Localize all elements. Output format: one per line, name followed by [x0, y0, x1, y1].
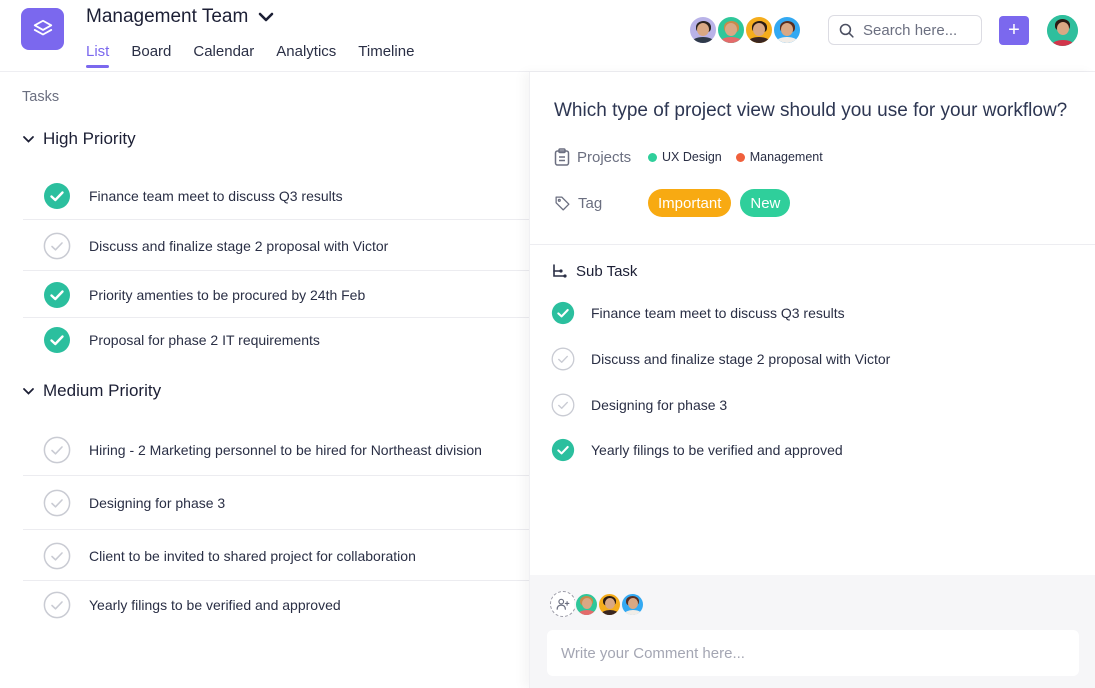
search-input[interactable] [863, 21, 973, 39]
tasks-pane: Tasks High Priority Finance team meet to… [0, 72, 530, 688]
clipboard-icon [554, 148, 570, 166]
task-row[interactable]: Finance team meet to discuss Q3 results [23, 172, 530, 220]
projects-label: Projects [577, 148, 632, 166]
task-row[interactable]: Yearly filings to be verified and approv… [23, 582, 530, 628]
divider [530, 244, 1095, 245]
participant-avatar[interactable] [597, 591, 622, 617]
add-participant-button[interactable] [550, 591, 576, 617]
task-text: Hiring - 2 Marketing personnel to be hir… [89, 441, 482, 458]
unchecked-circle-icon[interactable] [43, 232, 71, 260]
checked-circle-icon[interactable] [551, 301, 575, 325]
subtask-row[interactable]: Yearly filings to be verified and approv… [551, 438, 843, 462]
chevron-down-icon [23, 388, 34, 395]
task-row[interactable]: Designing for phase 3 [23, 477, 530, 530]
group-title: High Priority [43, 129, 136, 148]
participant-avatar[interactable] [620, 591, 645, 617]
tab-list[interactable]: List [86, 43, 110, 68]
subtask-row[interactable]: Designing for phase 3 [551, 393, 727, 417]
member-avatar[interactable] [716, 15, 746, 45]
chevron-down-icon [258, 11, 274, 23]
top-header: Management Team List Board Calendar Anal… [0, 0, 1095, 72]
task-row[interactable]: Client to be invited to shared project f… [23, 531, 530, 581]
task-text: Priority amenties to be procured by 24th… [89, 286, 366, 303]
task-text: Yearly filings to be verified and approv… [89, 597, 341, 613]
task-text: Designing for phase 3 [89, 495, 226, 511]
tag-label: Tag [578, 194, 603, 212]
group-high-priority[interactable]: High Priority [22, 129, 136, 149]
participant-avatar[interactable] [574, 591, 599, 617]
subtask-text: Discuss and finalize stage 2 proposal wi… [591, 351, 891, 367]
project-label: UX Design [662, 150, 722, 164]
task-row[interactable]: Discuss and finalize stage 2 proposal wi… [23, 221, 530, 271]
tag-icon [555, 195, 570, 211]
subtask-icon [553, 264, 567, 278]
comment-input[interactable] [561, 644, 1079, 662]
member-avatar[interactable] [772, 15, 802, 45]
subtask-header: Sub Task [552, 263, 637, 280]
project-dot-icon [648, 152, 657, 162]
team-selector[interactable]: Management Team [86, 6, 274, 28]
group-medium-priority[interactable]: Medium Priority [22, 381, 161, 401]
team-members [688, 15, 802, 45]
project-chip[interactable]: Management [735, 150, 823, 164]
task-text: Client to be invited to shared project f… [89, 547, 416, 564]
task-text: Proposal for phase 2 IT requirements [89, 332, 320, 348]
tag-pill-new[interactable]: New [740, 189, 791, 217]
task-text: Discuss and finalize stage 2 proposal wi… [89, 237, 389, 254]
checked-circle-icon[interactable] [43, 281, 71, 309]
project-dot-icon [735, 152, 745, 162]
unchecked-circle-icon[interactable] [43, 436, 71, 464]
task-row[interactable]: Proposal for phase 2 IT requirements [23, 319, 530, 361]
tasks-label: Tasks [22, 89, 60, 105]
unchecked-circle-icon[interactable] [551, 347, 575, 371]
group-title: Medium Priority [43, 381, 162, 400]
view-tabs: List Board Calendar Analytics Timeline [86, 43, 414, 68]
unchecked-circle-icon[interactable] [43, 489, 71, 517]
search-icon [839, 23, 854, 38]
unchecked-circle-icon[interactable] [43, 542, 71, 570]
projects-row: Projects UX Design Management [554, 148, 823, 166]
tab-board[interactable]: Board [131, 43, 171, 68]
checked-circle-icon[interactable] [43, 182, 71, 210]
subtask-text: Yearly filings to be verified and approv… [591, 442, 843, 458]
subtask-label: Sub Task [576, 263, 638, 280]
subtask-text: Finance team meet to discuss Q3 results [591, 305, 845, 321]
unchecked-circle-icon[interactable] [551, 393, 575, 417]
user-avatar[interactable] [1047, 15, 1078, 46]
project-chip[interactable]: UX Design [648, 150, 722, 164]
task-row[interactable]: Hiring - 2 Marketing personnel to be hir… [23, 424, 530, 476]
team-title: Management Team [86, 6, 249, 27]
checked-circle-icon[interactable] [43, 326, 71, 354]
tags-row: Tag Important New [554, 189, 799, 217]
task-text: Finance team meet to discuss Q3 results [89, 187, 343, 204]
subtask-row[interactable]: Finance team meet to discuss Q3 results [551, 301, 845, 325]
subtask-text: Designing for phase 3 [591, 397, 728, 413]
comment-box[interactable] [547, 630, 1079, 676]
subtask-row[interactable]: Discuss and finalize stage 2 proposal wi… [551, 347, 890, 371]
detail-title: Which type of project view should you us… [554, 100, 1068, 121]
member-avatar[interactable] [688, 15, 718, 45]
member-avatar[interactable] [744, 15, 774, 45]
app-logo[interactable] [21, 8, 64, 50]
tab-calendar[interactable]: Calendar [193, 43, 254, 68]
add-button[interactable]: + [999, 16, 1029, 45]
comment-area [530, 575, 1095, 688]
unchecked-circle-icon[interactable] [43, 591, 71, 619]
tab-timeline[interactable]: Timeline [358, 43, 414, 68]
participants [550, 591, 645, 617]
tag-pill-important[interactable]: Important [648, 189, 732, 217]
checked-circle-icon[interactable] [551, 438, 575, 462]
tab-analytics[interactable]: Analytics [276, 43, 336, 68]
task-row[interactable]: Priority amenties to be procured by 24th… [23, 272, 530, 318]
task-detail-panel: Which type of project view should you us… [529, 72, 1095, 688]
project-label: Management [749, 150, 823, 164]
search-box[interactable] [828, 15, 982, 45]
layers-icon [33, 19, 52, 36]
chevron-down-icon [23, 136, 34, 143]
add-user-icon [556, 598, 570, 610]
